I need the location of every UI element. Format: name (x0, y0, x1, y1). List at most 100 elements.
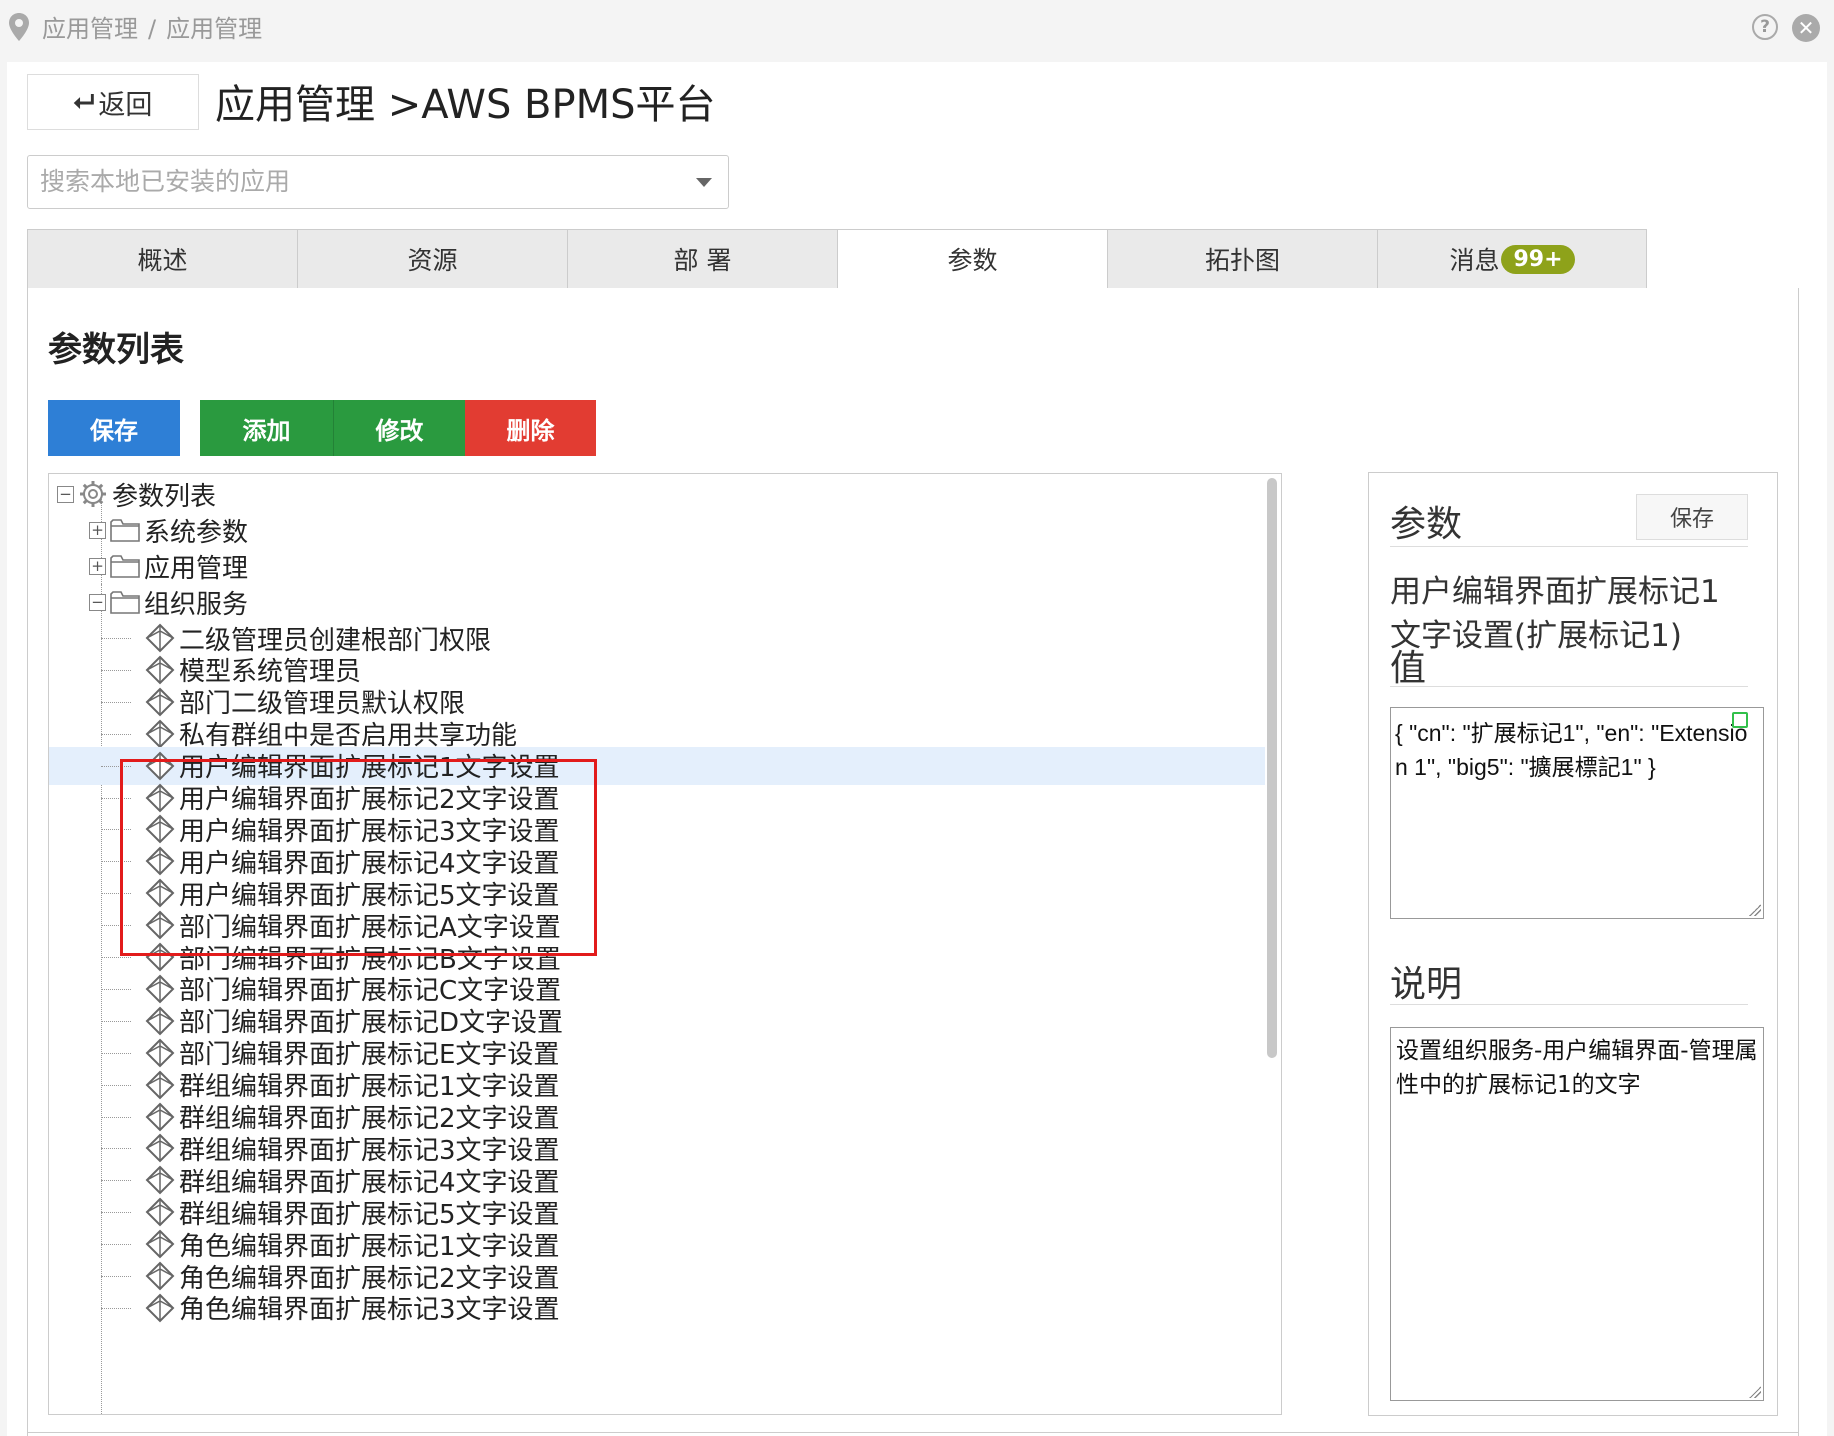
tree-connector (101, 925, 131, 927)
tab-messages-label: 消息 (1449, 246, 1500, 275)
tab-messages[interactable]: 消息 99+ (1377, 229, 1647, 289)
tree-connector (101, 1052, 131, 1054)
tree-folder-system[interactable]: + 系统参数 (89, 512, 248, 548)
tab-overview[interactable]: 概述 (27, 229, 297, 289)
back-button[interactable]: ⮠ 返回 (27, 74, 199, 130)
tree-connector (101, 1276, 131, 1277)
tree-connector (101, 638, 131, 639)
top-bar: 应用管理 / 应用管理 ? ✕ (0, 0, 1834, 58)
tree-connector (101, 765, 131, 767)
chevron-down-icon[interactable] (696, 178, 712, 187)
tree-connector (101, 893, 131, 895)
tree-connector (101, 669, 131, 671)
spellcheck-marker-icon (1732, 712, 1748, 728)
parameter-node-icon (145, 1293, 175, 1323)
parameter-node-icon (145, 910, 175, 940)
tree-connector (101, 829, 131, 831)
parameter-node-icon (145, 878, 175, 908)
parameter-node-icon (145, 974, 175, 1004)
tree-leaf[interactable]: 角色编辑界面扩展标记3文字设置 (145, 1290, 560, 1326)
close-icon[interactable]: ✕ (1792, 14, 1820, 42)
detail-save-button[interactable]: 保存 (1636, 494, 1748, 540)
tree-connector (101, 861, 131, 863)
parameter-node-icon (145, 783, 175, 812)
back-arrow-icon: ⮠ (73, 86, 95, 117)
param-name: 用户编辑界面扩展标记1文字设置(扩展标记1) (1390, 574, 1720, 654)
delete-button[interactable]: 删除 (465, 400, 596, 456)
tree-root[interactable]: − 参数列表 (57, 476, 216, 512)
resize-handle-icon[interactable] (1749, 904, 1761, 916)
add-button[interactable]: 添加 (200, 400, 333, 456)
description-textarea[interactable]: 设置组织服务-用户编辑界面-管理属性中的扩展标记1的文字 (1390, 1027, 1764, 1401)
tree-connector (101, 1084, 131, 1086)
collapse-icon[interactable]: − (89, 593, 106, 611)
divider (1390, 1004, 1748, 1005)
breadcrumb-item[interactable]: 应用管理 (166, 15, 262, 43)
parameter-node-icon (145, 623, 175, 653)
divider (1390, 686, 1748, 687)
tree-connector (101, 1180, 131, 1182)
breadcrumb: 应用管理 / 应用管理 (42, 9, 262, 44)
tree-leaf-label: 角色编辑界面扩展标记3文字设置 (179, 1295, 560, 1326)
tree-connector (101, 1116, 131, 1118)
parameter-node-icon (145, 1197, 175, 1227)
edit-button[interactable]: 修改 (333, 400, 465, 456)
section-title: 参数列表 (48, 330, 184, 370)
parameter-node-icon (145, 846, 175, 876)
app-search-select[interactable] (27, 155, 729, 209)
folder-icon (110, 591, 140, 614)
parameter-node-icon (145, 1261, 175, 1291)
tree-connector (101, 988, 131, 990)
parameter-node-icon (145, 655, 175, 685)
tree-folder-label: 组织服务 (144, 589, 249, 620)
tree-connector (101, 1307, 131, 1309)
parameter-node-icon (145, 1070, 175, 1100)
tree-root-label: 参数列表 (112, 481, 217, 512)
help-icon[interactable]: ? (1752, 14, 1778, 40)
value-textarea[interactable]: { "cn": "扩展标记1", "en": "Extension 1", "b… (1390, 707, 1764, 919)
value-text: { "cn": "扩展标记1", "en": "Extension 1", "b… (1395, 720, 1748, 780)
tab-resources[interactable]: 资源 (297, 229, 567, 289)
parameter-tree[interactable]: − 参数列表 + 系统参数 + 应用管理 − 组织服务 二级管理员创建根部门权限… (48, 473, 1282, 1415)
save-button[interactable]: 保存 (48, 400, 180, 456)
page-title: 应用管理 >AWS BPMS平台 (215, 82, 716, 128)
parameter-node-icon (145, 1006, 175, 1036)
tree-folder-app-management[interactable]: + 应用管理 (89, 548, 248, 584)
tree-connector (101, 1020, 131, 1022)
search-input[interactable] (28, 156, 668, 206)
parameter-node-icon (145, 751, 175, 781)
tab-bar: 概述 资源 部 署 参数 拓扑图 消息 99+ (27, 229, 1647, 289)
tree-connector (101, 701, 131, 703)
tab-topology[interactable]: 拓扑图 (1107, 229, 1377, 289)
breadcrumb-separator: / (148, 15, 157, 43)
description-text: 设置组织服务-用户编辑界面-管理属性中的扩展标记1的文字 (1396, 1038, 1758, 1098)
tab-parameters[interactable]: 参数 (837, 229, 1107, 289)
gear-icon (80, 481, 106, 507)
breadcrumb-item[interactable]: 应用管理 (42, 15, 138, 43)
divider (1390, 546, 1748, 547)
parameter-node-icon (145, 814, 175, 844)
tree-scrollbar[interactable] (1267, 478, 1277, 1058)
resize-handle-icon[interactable] (1749, 1386, 1761, 1398)
tree-connector (101, 733, 131, 735)
parameter-node-icon (145, 1133, 175, 1163)
parameter-node-icon (145, 942, 175, 972)
collapse-icon[interactable]: − (57, 485, 74, 503)
message-count-badge: 99+ (1501, 244, 1575, 274)
expand-icon[interactable]: + (89, 557, 106, 575)
location-pin-icon (9, 13, 29, 41)
parameter-node-icon (145, 1165, 175, 1195)
folder-icon (110, 555, 140, 578)
parameter-node-icon (145, 1229, 175, 1259)
tree-folder-org-service[interactable]: − 组织服务 (89, 584, 248, 620)
tab-deploy[interactable]: 部 署 (567, 229, 837, 289)
value-label: 值 (1390, 648, 1427, 689)
tree-connector (101, 957, 131, 958)
tree-connector (101, 1212, 131, 1214)
parameter-node-icon (145, 1038, 175, 1068)
back-button-label: 返回 (98, 89, 153, 121)
expand-icon[interactable]: + (89, 521, 106, 539)
parameter-node-icon (145, 1102, 175, 1131)
tree-connector (101, 1244, 131, 1246)
divider (27, 1432, 1799, 1433)
